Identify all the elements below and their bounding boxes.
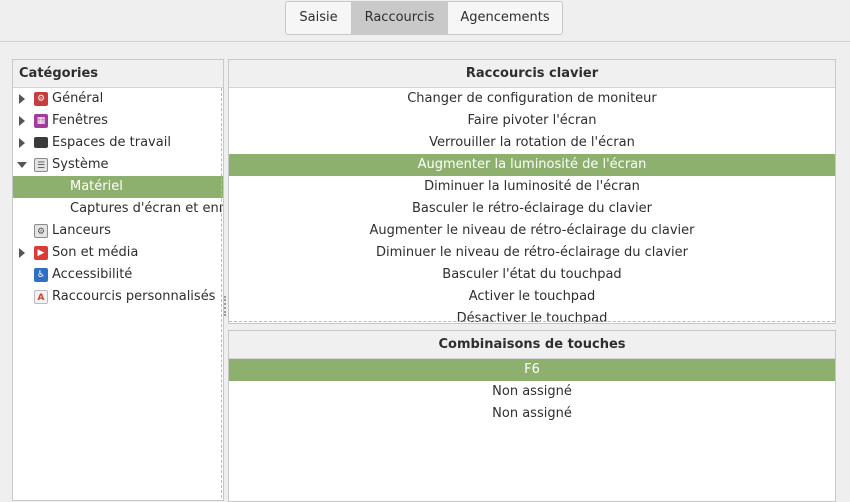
shortcut-row[interactable]: Augmenter la luminosité de l'écran xyxy=(229,154,835,176)
keybindings-header: Combinaisons de touches xyxy=(229,331,835,359)
category-item[interactable]: ⚙ Général xyxy=(13,88,223,110)
shortcut-row[interactable]: Faire pivoter l'écran xyxy=(229,110,835,132)
pane-divider-vertical[interactable] xyxy=(221,88,222,498)
category-label: Accessibilité xyxy=(52,267,133,282)
workspace-icon xyxy=(34,137,48,148)
shortcuts-header: Raccourcis clavier xyxy=(229,60,835,88)
expander-down-icon[interactable] xyxy=(17,162,27,168)
shortcut-row[interactable]: Changer de configuration de moniteur xyxy=(229,88,835,110)
tab-switcher: Saisie Raccourcis Agencements xyxy=(285,1,563,35)
category-label: Fenêtres xyxy=(52,113,108,128)
tab-bar: Saisie Raccourcis Agencements xyxy=(0,0,850,42)
category-label: Système xyxy=(52,157,109,172)
media-icon: ▶ xyxy=(34,246,48,260)
keybinding-row[interactable]: Non assigné xyxy=(229,381,835,403)
keybindings-panel: Combinaisons de touches F6 Non assigné Non… xyxy=(228,330,836,502)
shortcuts-panel: Raccourcis clavier Changer de configurat… xyxy=(228,59,836,324)
category-item[interactable]: A Raccourcis personnalisés xyxy=(13,286,223,308)
category-item[interactable]: Captures d'écran et enregistrements xyxy=(13,198,223,220)
category-label: Raccourcis personnalisés xyxy=(52,289,216,304)
expander-right-icon[interactable] xyxy=(19,248,25,258)
tab-raccourcis[interactable]: Raccourcis xyxy=(352,2,448,34)
category-item[interactable]: Matériel xyxy=(13,176,223,198)
shortcut-row[interactable]: Diminuer le niveau de rétro-éclairage du… xyxy=(229,242,835,264)
shortcut-row[interactable]: Verrouiller la rotation de l'écran xyxy=(229,132,835,154)
category-item[interactable]: ▶ Son et média xyxy=(13,242,223,264)
category-item[interactable]: ☰ Système xyxy=(13,154,223,176)
keybinding-row[interactable]: F6 xyxy=(229,359,835,381)
system-icon: ☰ xyxy=(34,158,48,172)
pane-resize-grip[interactable] xyxy=(224,296,228,316)
expander-right-icon[interactable] xyxy=(19,138,25,148)
pane-divider-horizontal[interactable] xyxy=(229,321,835,322)
tab-agencements[interactable]: Agencements xyxy=(448,2,562,34)
category-label: Matériel xyxy=(70,179,123,194)
categories-panel: Catégories ⚙ Général ▦ Fenêtres Espaces de t… xyxy=(12,59,224,501)
categories-header: Catégories xyxy=(13,60,223,88)
general-icon: ⚙ xyxy=(34,92,48,106)
accessibility-icon: ♿ xyxy=(34,268,48,282)
categories-list: ⚙ Général ▦ Fenêtres Espaces de travail ☰ Syst… xyxy=(13,88,223,308)
category-label: Captures d'écran et enregistrements xyxy=(70,201,223,216)
category-item[interactable]: ⚙ Lanceurs xyxy=(13,220,223,242)
shortcut-row[interactable]: Augmenter le niveau de rétro-éclairage d… xyxy=(229,220,835,242)
category-item[interactable]: ▦ Fenêtres xyxy=(13,110,223,132)
category-label: Lanceurs xyxy=(52,223,111,238)
launchers-icon: ⚙ xyxy=(34,224,48,238)
category-label: Général xyxy=(52,91,104,106)
tab-saisie[interactable]: Saisie xyxy=(286,2,352,34)
shortcut-row[interactable]: Activer le touchpad xyxy=(229,286,835,308)
keybindings-list: F6 Non assigné Non assigné xyxy=(229,359,835,425)
category-label: Espaces de travail xyxy=(52,135,171,150)
windows-icon: ▦ xyxy=(34,114,48,128)
expander-right-icon[interactable] xyxy=(19,94,25,104)
expander-right-icon[interactable] xyxy=(19,116,25,126)
custom-shortcuts-icon: A xyxy=(34,290,48,304)
category-item[interactable]: ♿ Accessibilité xyxy=(13,264,223,286)
shortcut-row[interactable]: Diminuer la luminosité de l'écran xyxy=(229,176,835,198)
keybinding-row[interactable]: Non assigné xyxy=(229,403,835,425)
category-label: Son et média xyxy=(52,245,139,260)
shortcut-row[interactable]: Basculer le rétro-éclairage du clavier xyxy=(229,198,835,220)
shortcut-row[interactable]: Basculer l'état du touchpad xyxy=(229,264,835,286)
category-item[interactable]: Espaces de travail xyxy=(13,132,223,154)
shortcuts-list: Changer de configuration de moniteur Fair… xyxy=(229,88,835,323)
